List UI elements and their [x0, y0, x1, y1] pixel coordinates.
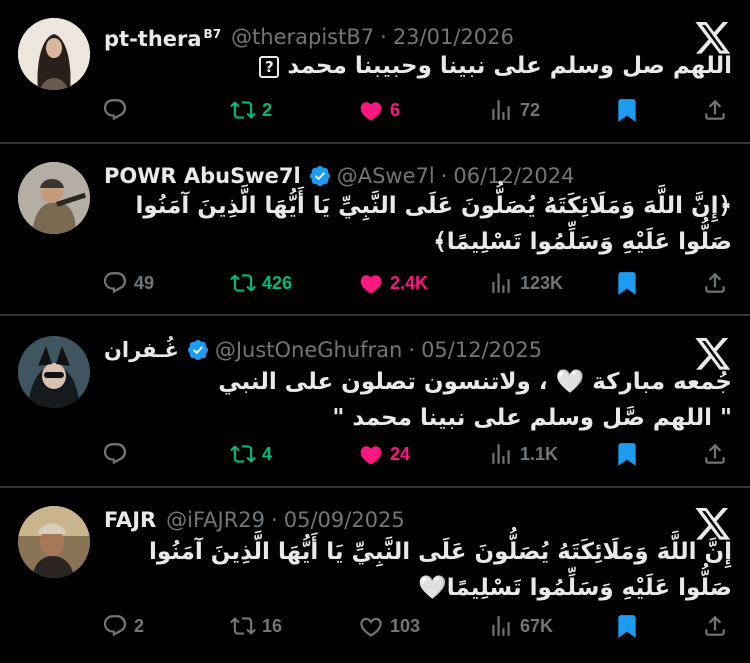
separator-dot: ·	[408, 338, 416, 362]
separator-dot: ·	[380, 24, 387, 49]
action-bar: 2 16 103 67K	[102, 611, 730, 641]
like-icon	[360, 275, 382, 294]
avatar-image	[18, 18, 90, 90]
tweet-text-line: جُمعه مباركة 🤍 ، ولاتنسون تصلون على النب…	[218, 369, 732, 395]
reply-button[interactable]	[102, 95, 134, 125]
avatar[interactable]	[18, 18, 90, 90]
share-button[interactable]	[702, 439, 734, 469]
reply-button[interactable]: 49	[102, 268, 154, 298]
views-icon	[492, 616, 510, 636]
tweet[interactable]: FAJR @iFAJR29 · 05/09/2025 إِنَّ اللَّهَ…	[0, 488, 750, 663]
handle[interactable]: @JustOneGhufran	[215, 336, 403, 364]
action-bar: 4 24 1.1K	[102, 439, 730, 469]
views-icon	[492, 273, 510, 293]
bookmark-icon	[618, 272, 636, 295]
timestamp[interactable]: 05/12/2025	[421, 336, 542, 364]
like-button[interactable]: 6	[358, 95, 400, 125]
like-icon	[360, 102, 382, 121]
avatar-image	[18, 336, 90, 408]
tweet[interactable]: غُـفران @JustOneGhufran · 05/12/2025 جُم…	[0, 316, 750, 486]
handle[interactable]: @iFAJR29	[166, 506, 265, 534]
separator-dot: ·	[271, 508, 278, 532]
reply-button[interactable]	[102, 439, 134, 469]
reply-icon	[103, 443, 127, 465]
share-icon	[705, 443, 725, 464]
like-button[interactable]: 2.4K	[358, 268, 428, 298]
retweet-button[interactable]: 16	[230, 611, 282, 641]
views-button[interactable]: 1.1K	[488, 439, 558, 469]
timestamp[interactable]: 05/09/2025	[284, 506, 405, 534]
like-icon	[360, 446, 382, 465]
avatar[interactable]	[18, 162, 90, 234]
tweet[interactable]: pt-thera B7 @therapistB7 · 23/01/2026 الل…	[0, 0, 750, 142]
reply-button[interactable]: 2	[102, 611, 144, 641]
tweet-text: اللهم صل وسلم على نبينا وحبيبنا محمد ?	[112, 48, 732, 84]
retweet-icon	[230, 445, 256, 463]
views-icon	[492, 100, 510, 120]
retweet-button[interactable]: 2	[230, 95, 272, 125]
timestamp[interactable]: 23/01/2026	[393, 23, 514, 51]
share-button[interactable]	[702, 268, 734, 298]
share-icon	[705, 99, 725, 120]
views-button[interactable]: 67K	[488, 611, 553, 641]
bookmark-button[interactable]	[614, 439, 646, 469]
action-bar: 49 426 2.4K 123K	[102, 268, 730, 298]
avatar-image	[18, 506, 90, 578]
verified-badge-icon	[309, 166, 330, 186]
bookmark-button[interactable]	[614, 268, 646, 298]
share-button[interactable]	[702, 611, 734, 641]
avatar[interactable]	[18, 506, 90, 578]
reply-icon	[103, 272, 127, 294]
retweet-button[interactable]: 426	[230, 268, 292, 298]
bookmark-icon	[618, 99, 636, 122]
display-name[interactable]: POWR AbuSwe7l	[104, 162, 301, 190]
bookmark-button[interactable]	[614, 95, 646, 125]
like-icon	[360, 617, 382, 637]
action-bar: 2 6 72	[102, 95, 730, 125]
tweet[interactable]: POWR AbuSwe7l @ASwe7l · 06/12/2024 ﴿إِنَ…	[0, 144, 750, 314]
tweet-text: إِنَّ اللَّهَ وَمَلَائِكَتَهُ يُصَلُّونَ…	[148, 539, 732, 601]
retweet-button[interactable]: 4	[230, 439, 272, 469]
bookmark-icon	[618, 615, 636, 638]
reply-icon	[103, 615, 127, 637]
share-icon	[705, 272, 725, 293]
tweet-text: جُمعه مباركة 🤍 ، ولاتنسون تصلون على النب…	[112, 364, 732, 436]
timestamp[interactable]: 06/12/2024	[453, 162, 574, 190]
retweet-icon	[230, 617, 256, 635]
avatar[interactable]	[18, 336, 90, 408]
views-button[interactable]: 72	[488, 95, 540, 125]
views-button[interactable]: 123K	[488, 268, 563, 298]
handle[interactable]: @ASwe7l	[337, 162, 435, 190]
display-name[interactable]: غُـفران	[104, 336, 179, 364]
handle[interactable]: @therapistB7	[231, 23, 374, 51]
reply-icon	[103, 99, 127, 121]
missing-glyph-box: ?	[259, 55, 280, 78]
retweet-icon	[230, 101, 256, 119]
tweet-text-line: " اللهم صَّل وسلم على نبينا محمد "	[332, 405, 732, 431]
display-name[interactable]: FAJR	[104, 506, 156, 534]
share-icon	[705, 615, 725, 636]
views-icon	[492, 444, 510, 464]
separator-dot: ·	[440, 164, 448, 188]
bookmark-button[interactable]	[614, 611, 646, 641]
verified-badge-icon	[187, 340, 208, 360]
share-button[interactable]	[702, 95, 734, 125]
like-button[interactable]: 24	[358, 439, 410, 469]
avatar-image	[18, 162, 90, 234]
like-button[interactable]: 103	[358, 611, 420, 641]
retweet-icon	[230, 274, 256, 292]
bookmark-icon	[618, 443, 636, 466]
tweet-text: ﴿إِنَّ اللَّهَ وَمَلَائِكَتَهُ يُصَلُّون…	[135, 193, 732, 255]
